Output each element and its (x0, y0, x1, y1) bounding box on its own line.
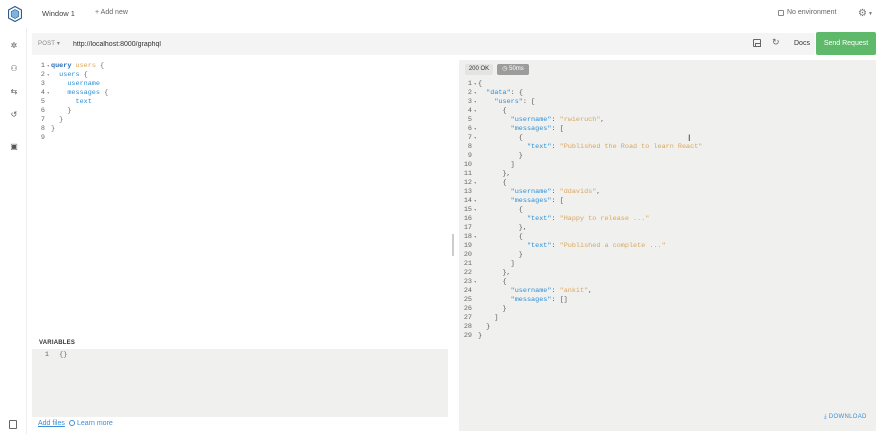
method-selector[interactable]: POST ▾ (38, 40, 60, 47)
status-badge: 200 OK (465, 64, 493, 75)
variables-editor[interactable] (32, 349, 448, 417)
response-line: 23 ▾ { (463, 278, 507, 286)
send-request-button[interactable]: Send Request (816, 32, 876, 55)
gear-icon: ⚙ (858, 8, 867, 19)
query-line: 6 } (40, 107, 72, 115)
response-line: 17 }, (463, 224, 527, 232)
response-line: 7 ▾ { (467, 134, 523, 142)
environment-label: No environment (787, 9, 837, 16)
text-cursor-icon: I (688, 133, 691, 143)
response-line: 4 ▾ { (467, 107, 507, 115)
download-label: DOWNLOAD (828, 414, 867, 420)
response-line: 29} (463, 332, 483, 340)
add-files-link[interactable]: Add files (38, 420, 65, 427)
response-line: 28 } (463, 323, 491, 331)
pane-splitter-handle[interactable] (452, 234, 454, 256)
history-icon[interactable]: ↺ (9, 110, 19, 120)
response-line: 6 ▾ "messages": [ (467, 125, 564, 133)
docs-button[interactable]: Docs (794, 40, 810, 47)
learn-more-label: Learn more (77, 420, 113, 427)
response-line: 25 "messages": [] (463, 296, 568, 304)
gear-icon[interactable]: ✲ (9, 41, 19, 51)
query-line: 9 (40, 134, 45, 142)
variables-line: 1 {} (44, 351, 68, 359)
response-time-label: 50ms (509, 66, 524, 72)
response-line: 10 ] (463, 161, 515, 169)
refresh-icon[interactable]: ↻ (772, 37, 780, 48)
response-line: 11 }, (463, 170, 511, 178)
response-line: 19 "text": "Published a complete ..." (463, 242, 666, 250)
environment-selector[interactable]: No environment (778, 9, 836, 16)
query-line: 7 } (40, 116, 64, 124)
settings-menu-button[interactable]: ⚙ ▼ (858, 8, 873, 19)
query-line: 8} (40, 125, 56, 133)
chevron-down-icon: ▼ (867, 10, 873, 17)
sidebar: ✲ ⚇ ⇆ ↺ ▣ (0, 28, 27, 434)
users-icon[interactable]: ⚇ (9, 64, 19, 74)
environment-icon (778, 9, 784, 16)
response-line: 27 ] (463, 314, 499, 322)
response-line: 5 "username": "rwieruch", (467, 116, 605, 124)
url-input[interactable] (73, 38, 673, 50)
response-line: 12 ▾ { (463, 179, 507, 187)
app-window: Window 1 + Add new No environment ⚙ ▼ ✲ … (0, 0, 880, 434)
response-line: 22 }, (463, 269, 511, 277)
query-line: 5 text (40, 98, 92, 106)
query-line: 4 ▾ messages { (40, 89, 109, 97)
download-button[interactable]: ⤓ DOWNLOAD (824, 414, 867, 421)
altair-logo-icon (8, 6, 22, 22)
response-time-badge: ◷ 50ms (497, 64, 529, 75)
info-icon (69, 420, 75, 426)
tab-window-1[interactable]: Window 1 (42, 9, 75, 18)
query-line: 2 ▾ users { (40, 71, 88, 79)
plugin-icon[interactable] (9, 420, 17, 429)
response-line: 18 ▾ { (463, 233, 523, 241)
save-icon[interactable] (753, 39, 761, 47)
add-new-window-button[interactable]: + Add new (95, 9, 128, 16)
response-line: 2 ▾ "data": { (467, 89, 523, 97)
response-line: 21 ] (463, 260, 515, 268)
response-line: 9 } (467, 152, 523, 160)
response-line: 16 "text": "Happy to release ..." (463, 215, 650, 223)
response-line: 3 ▾ "users": [ (467, 98, 536, 106)
variables-title[interactable]: VARIABLES (39, 340, 75, 346)
response-line: 13 "username": "ddavids", (463, 188, 601, 196)
collection-icon[interactable]: ▣ (9, 142, 19, 152)
response-line: 14 ▾ "messages": [ (463, 197, 564, 205)
response-line: 15 ▾ { (463, 206, 523, 214)
learn-more-link[interactable]: Learn more (69, 420, 113, 427)
response-line: 20 } (463, 251, 523, 259)
query-line: 1 ▾ query users { (40, 62, 105, 70)
top-bar: Window 1 + Add new No environment ⚙ ▼ (0, 0, 880, 28)
response-line: 8 "text": "Published the Road to learn R… (467, 143, 703, 151)
response-line: 24 "username": "ankit", (463, 287, 593, 295)
query-line: 3 username (40, 80, 100, 88)
response-line: 1 ▾{ (467, 80, 483, 88)
swap-icon[interactable]: ⇆ (9, 87, 19, 97)
response-line: 26 } (463, 305, 507, 313)
